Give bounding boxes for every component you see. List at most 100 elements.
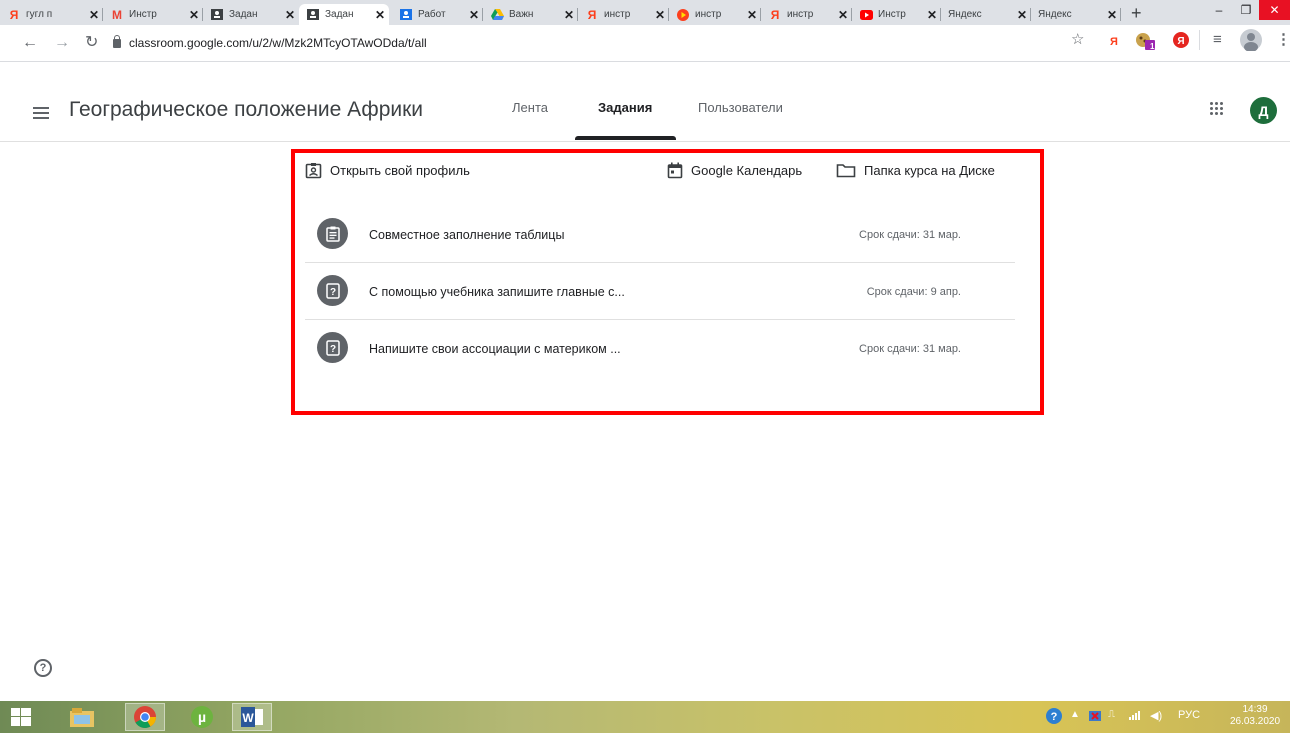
svg-text:?: ?: [1051, 711, 1058, 723]
classwork-item[interactable]: ? Напишите свои ассоциации с материком .…: [305, 320, 1015, 377]
due-date: Срок сдачи: 31 мар.: [859, 229, 961, 241]
maximize-button[interactable]: ❐: [1233, 0, 1259, 20]
word-taskbar-item[interactable]: W: [232, 703, 272, 731]
address-bar[interactable]: classroom.google.com/u/2/w/Mzk2MTcyOTAwO…: [113, 29, 1113, 57]
browser-tab[interactable]: Я инстр ✕: [578, 4, 669, 25]
language-indicator[interactable]: РУС: [1178, 709, 1200, 721]
close-tab-icon[interactable]: ✕: [564, 8, 574, 22]
close-tab-icon[interactable]: ✕: [747, 8, 757, 22]
folder-icon: [836, 164, 856, 178]
browser-tab[interactable]: Яндекс ✕: [1031, 4, 1121, 25]
file-explorer-taskbar-item[interactable]: [62, 703, 102, 731]
system-clock[interactable]: 14:39 26.03.2020: [1226, 704, 1284, 728]
yandex-icon: Я: [9, 7, 19, 22]
yandex-icon: Я: [770, 7, 780, 22]
due-date: Срок сдачи: 9 апр.: [866, 286, 961, 298]
active-tab-indicator: [575, 136, 676, 140]
folder-icon: [70, 708, 94, 727]
browser-tab[interactable]: Я инстр ✕: [761, 4, 852, 25]
browser-tab-active[interactable]: Задан ✕: [299, 4, 389, 25]
yandex-extension-icon[interactable]: Я: [1110, 34, 1118, 50]
close-tab-icon[interactable]: ✕: [838, 8, 848, 22]
assignment-icon: [317, 218, 348, 249]
network-signal-icon[interactable]: [1128, 709, 1142, 724]
classroom-icon: [306, 8, 320, 22]
youtube-icon: [859, 8, 873, 22]
browser-tab[interactable]: Задан ✕: [203, 4, 299, 25]
yandex-browser-icon[interactable]: Я: [1173, 32, 1189, 52]
window-close-button[interactable]: ✕: [1259, 0, 1290, 20]
close-tab-icon[interactable]: ✕: [89, 8, 99, 22]
browser-tab[interactable]: Работ ✕: [392, 4, 483, 25]
browser-tab[interactable]: M Инстр ✕: [103, 4, 203, 25]
start-button[interactable]: [0, 703, 42, 731]
classwork-item[interactable]: ? С помощью учебника запишите главные с.…: [305, 263, 1015, 320]
course-drive-folder-link[interactable]: Папка курса на Диске: [836, 162, 995, 178]
classroom-icon: [210, 8, 224, 22]
browser-tab-strip: Я гугл п ✕ M Инстр ✕ Задан ✕ Задан ✕ Работ ✕ …: [0, 0, 1290, 25]
tab-people[interactable]: Пользователи: [698, 100, 783, 115]
classwork-title: С помощью учебника запишите главные с...: [369, 285, 625, 299]
svg-text:Я: Я: [1177, 36, 1184, 47]
bookmark-star-icon[interactable]: ☆: [1071, 32, 1084, 48]
account-avatar[interactable]: Д: [1250, 97, 1277, 124]
main-menu-icon[interactable]: [33, 107, 49, 119]
help-tray-icon[interactable]: ?: [1045, 707, 1063, 728]
classwork-title: Напишите свои ассоциации с материком ...: [369, 342, 621, 356]
close-tab-icon[interactable]: ✕: [469, 8, 479, 22]
help-icon[interactable]: ?: [34, 659, 52, 677]
classroom-header: Географическое положение Африки Лента За…: [0, 62, 1290, 142]
google-calendar-link[interactable]: Google Календарь: [667, 162, 802, 179]
calendar-icon: [667, 162, 683, 179]
reload-icon[interactable]: ↻: [85, 34, 98, 52]
windows-taskbar: µ W ? ▲ ⎍ ◀) РУС 14:39 26.03.2020: [0, 701, 1290, 733]
close-tab-icon[interactable]: ✕: [927, 8, 937, 22]
browser-toolbar: ← → ↻ classroom.google.com/u/2/w/Mzk2MTc…: [0, 25, 1290, 62]
forward-arrow-icon[interactable]: →: [54, 34, 70, 52]
profile-avatar[interactable]: [1240, 29, 1262, 55]
utorrent-icon: µ: [191, 706, 213, 728]
svg-text:?: ?: [329, 287, 335, 298]
device-tray-icon[interactable]: ⎍: [1108, 709, 1115, 720]
close-tab-icon[interactable]: ✕: [189, 8, 199, 22]
gmail-icon: M: [112, 7, 122, 22]
volume-icon[interactable]: ◀): [1150, 709, 1162, 722]
classwork-item[interactable]: Совместное заполнение таблицы Срок сдачи…: [305, 206, 1015, 263]
browser-tab[interactable]: Инстр ✕: [852, 4, 941, 25]
browser-tab[interactable]: Я гугл п ✕: [0, 4, 103, 25]
reading-list-icon[interactable]: ≡: [1213, 32, 1222, 48]
close-tab-icon[interactable]: ✕: [285, 8, 295, 22]
classwork-title: Совместное заполнение таблицы: [369, 228, 565, 242]
browser-tab[interactable]: Яндекс ✕: [941, 4, 1031, 25]
tab-stream[interactable]: Лента: [512, 100, 548, 115]
close-tab-icon[interactable]: ✕: [1107, 8, 1117, 22]
svg-text:W: W: [242, 711, 254, 725]
tray-expand-icon[interactable]: ▲: [1070, 709, 1080, 720]
minimize-button[interactable]: ‒: [1205, 0, 1233, 20]
course-title[interactable]: Географическое положение Африки: [69, 98, 423, 122]
browser-menu-icon[interactable]: ⋮: [1276, 32, 1290, 48]
view-profile-link[interactable]: Открыть свой профиль: [305, 162, 470, 179]
yandex-icon: Я: [587, 7, 597, 22]
clock-time: 14:39: [1242, 704, 1268, 715]
close-tab-icon[interactable]: ✕: [1017, 8, 1027, 22]
classwork-links: Открыть свой профиль Google Календарь Па…: [305, 162, 1025, 184]
drive-icon: [490, 8, 504, 22]
question-icon: ?: [317, 275, 348, 306]
new-tab-button[interactable]: +: [1131, 4, 1142, 22]
back-arrow-icon[interactable]: ←: [22, 34, 38, 52]
word-icon: W: [241, 707, 263, 727]
svg-text:µ: µ: [198, 709, 206, 725]
svg-text:?: ?: [329, 344, 335, 355]
browser-tab[interactable]: инстр ✕: [669, 4, 761, 25]
close-tab-icon[interactable]: ✕: [375, 8, 385, 22]
close-tab-icon[interactable]: ✕: [655, 8, 665, 22]
chrome-taskbar-item[interactable]: [125, 703, 165, 731]
google-apps-icon[interactable]: [1210, 102, 1224, 116]
utorrent-taskbar-item[interactable]: µ: [182, 703, 222, 731]
lock-icon: [113, 34, 121, 48]
tab-classwork[interactable]: Задания: [598, 100, 652, 115]
profile-card-icon: [305, 163, 322, 179]
action-center-icon[interactable]: [1088, 709, 1102, 726]
browser-tab[interactable]: Важн ✕: [483, 4, 578, 25]
